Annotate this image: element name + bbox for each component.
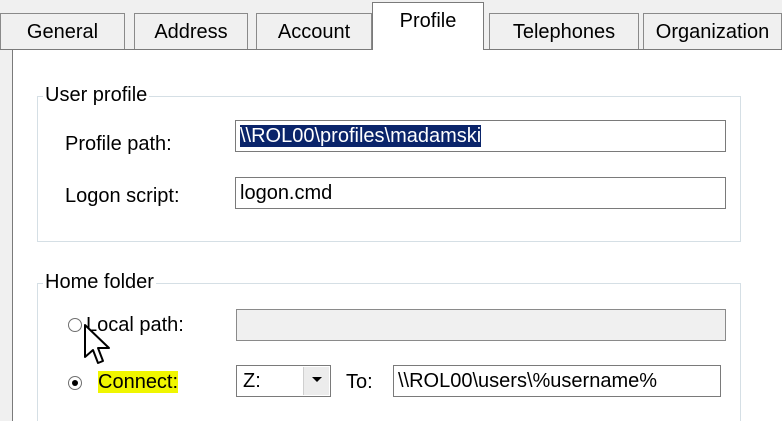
connect-radio[interactable] [68,376,82,390]
tab-address[interactable]: Address [134,13,248,49]
tab-general[interactable]: General [0,13,125,49]
tab-label-organization: Organization [655,21,770,43]
connect-label-text: Connect: [98,371,179,393]
profile-path-field[interactable]: \\ROL00\profiles\madamski [235,120,726,152]
tab-label-profile: Profile [399,10,457,32]
tab-strip: General Address Account Profile Telephon… [0,0,782,50]
logon-script-value: logon.cmd [240,182,333,204]
tab-organization[interactable]: Organization [643,13,782,49]
home-folder-group [37,283,741,421]
profile-path-value: \\ROL00\profiles\madamski [240,125,482,147]
logon-script-field[interactable]: logon.cmd [235,177,726,209]
tab-label-address: Address [154,21,228,43]
tab-label-account: Account [277,21,351,43]
user-profile-group [37,96,741,242]
tab-profile[interactable]: Profile [372,2,484,50]
dialog-window: General Address Account Profile Telephon… [0,0,782,421]
connect-label: Connect: [98,370,179,394]
user-profile-title: User profile [43,83,150,107]
tab-label-general: General [26,21,99,43]
page-left-border [12,50,13,421]
drive-select[interactable]: Z: [236,365,331,397]
tab-account[interactable]: Account [256,13,372,49]
local-path-radio[interactable] [68,318,82,332]
logon-script-label: Logon script: [65,185,180,207]
to-path-field[interactable]: \\ROL00\users\%username% [393,365,721,397]
tab-telephones[interactable]: Telephones [489,13,639,49]
to-path-value: \\ROL00\users\%username% [398,370,658,392]
mouse-pointer-icon [84,324,110,364]
drive-value: Z: [243,370,261,392]
chevron-down-icon [312,377,322,382]
local-path-field[interactable] [236,309,726,341]
profile-path-label: Profile path: [65,133,172,155]
tab-label-telephones: Telephones [512,21,616,43]
to-label: To: [346,371,373,393]
drive-dropdown-button[interactable] [303,367,329,395]
home-folder-title: Home folder [43,270,156,294]
